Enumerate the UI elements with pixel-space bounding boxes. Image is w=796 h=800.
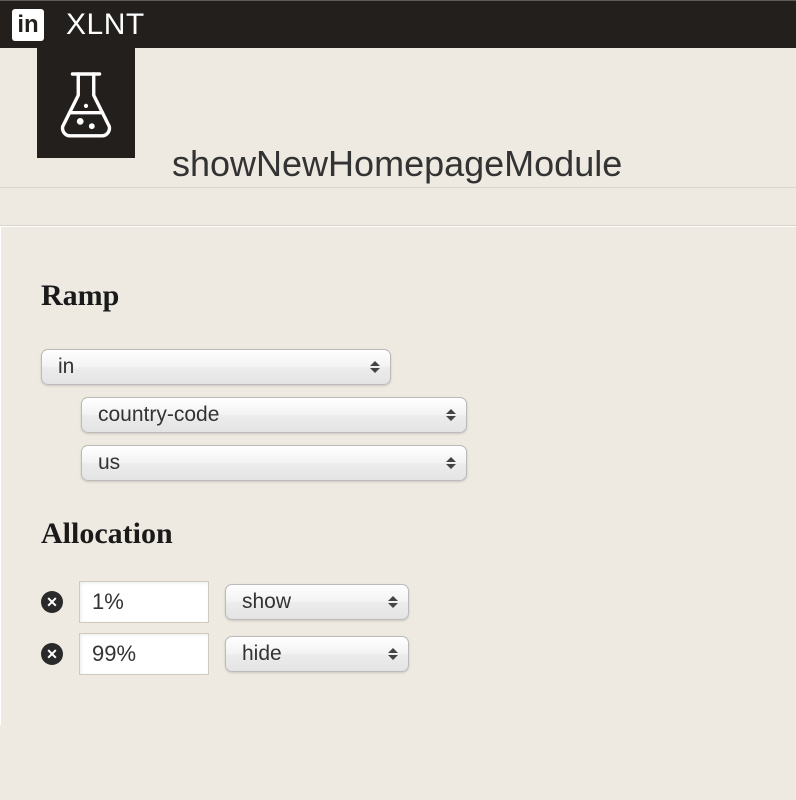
chevron-up-down-icon <box>388 648 398 660</box>
ramp-operator-select[interactable]: in <box>41 349 391 385</box>
ramp-heading: Ramp <box>41 279 756 313</box>
allocation-treatment-select[interactable]: show <box>225 584 409 620</box>
allocation-percent-input[interactable] <box>79 633 209 675</box>
ramp-value-value: us <box>98 451 120 475</box>
chevron-up-down-icon <box>446 457 456 469</box>
allocation-percent-input[interactable] <box>79 581 209 623</box>
linkedin-logo[interactable]: in <box>12 9 44 41</box>
chevron-up-down-icon <box>388 596 398 608</box>
allocation-row: ✕ hide <box>41 633 756 675</box>
ramp-value-select[interactable]: us <box>81 445 467 481</box>
chevron-up-down-icon <box>446 409 456 421</box>
chevron-up-down-icon <box>370 361 380 373</box>
ramp-operator-value: in <box>58 355 74 379</box>
allocation-treatment-select[interactable]: hide <box>225 636 409 672</box>
flask-icon <box>37 48 135 158</box>
ramp-field-select[interactable]: country-code <box>81 397 467 433</box>
allocation-treatment-value: show <box>242 590 291 614</box>
page-title: showNewHomepageModule <box>172 143 622 185</box>
topbar: in XLNT <box>0 0 796 48</box>
allocation-row: ✕ show <box>41 581 756 623</box>
sub-header-bar <box>0 188 796 226</box>
ramp-field-value: country-code <box>98 403 219 427</box>
remove-icon[interactable]: ✕ <box>41 591 63 613</box>
allocation-treatment-value: hide <box>242 642 282 666</box>
remove-icon[interactable]: ✕ <box>41 643 63 665</box>
content: Ramp in country-code us Allocation ✕ sho… <box>0 226 796 725</box>
allocation-heading: Allocation <box>41 517 756 551</box>
app-name: XLNT <box>66 8 145 42</box>
page-header: showNewHomepageModule <box>0 48 796 188</box>
